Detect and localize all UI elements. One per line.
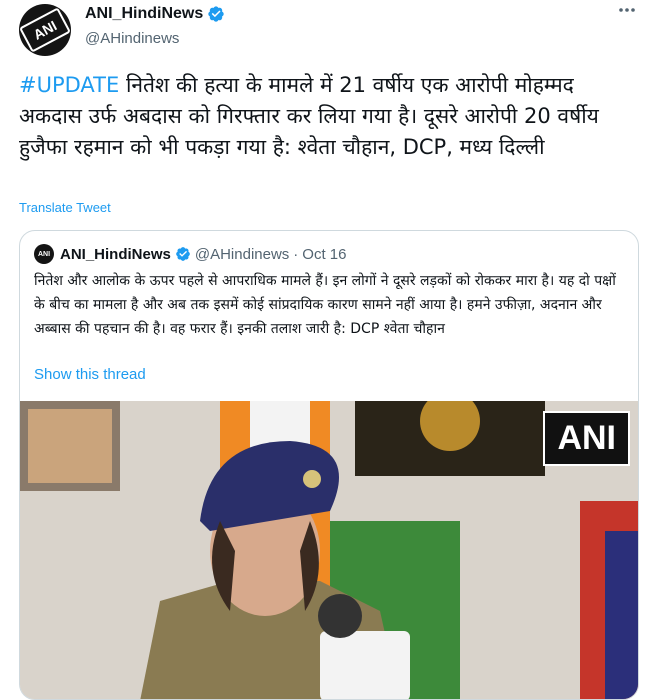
separator-dot: · xyxy=(293,245,299,263)
ani-watermark-logo: ANI xyxy=(543,411,630,466)
handle[interactable]: @AHindinews xyxy=(85,30,179,47)
quoted-date[interactable]: Oct 16 xyxy=(302,246,346,263)
ani-logo-icon: ANI xyxy=(19,7,71,53)
display-name[interactable]: ANI_HindiNews xyxy=(85,5,203,23)
ellipsis-icon xyxy=(619,8,635,12)
show-thread-link[interactable]: Show this thread xyxy=(34,366,146,383)
quoted-display-name: ANI_HindiNews xyxy=(60,245,171,263)
verified-badge-icon xyxy=(176,247,190,261)
quoted-avatar: ANI xyxy=(34,244,54,264)
profile-avatar[interactable]: ANI xyxy=(19,4,71,56)
hashtag-link[interactable]: #UPDATE xyxy=(19,73,119,97)
quoted-tweet[interactable]: ANI ANI_HindiNews @AHindinews · Oct 16 न… xyxy=(19,230,639,700)
translate-tweet-link[interactable]: Translate Tweet xyxy=(19,200,111,215)
quoted-handle: @AHindinews xyxy=(194,245,290,263)
quoted-text: नितेश और आलोक के ऊपर पहले से आपराधिक माम… xyxy=(34,273,616,337)
more-options-button[interactable] xyxy=(617,0,637,25)
tweet-text: #UPDATE नितेश की हत्या के मामले में 21 व… xyxy=(19,70,639,163)
verified-badge-icon xyxy=(208,6,224,22)
quoted-media-image[interactable]: ANI xyxy=(20,401,638,699)
